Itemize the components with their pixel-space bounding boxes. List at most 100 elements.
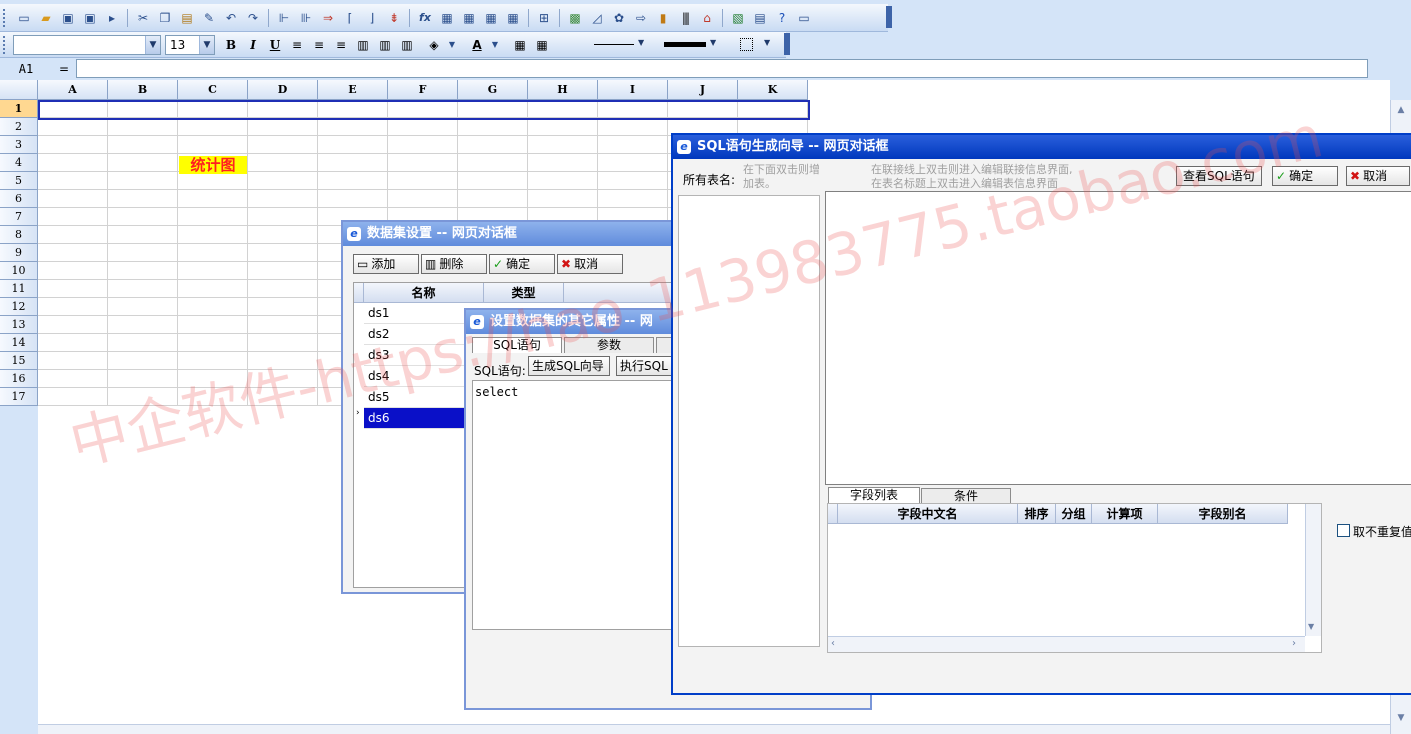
column-header[interactable]: C xyxy=(178,80,248,100)
align-up-icon[interactable]: ⌈ xyxy=(340,8,360,28)
insert-col-icon[interactable]: ⊪ xyxy=(296,8,316,28)
field-grid-hscroll[interactable]: ‹ › xyxy=(828,636,1305,652)
ok-button[interactable]: ✓ 确定 xyxy=(489,254,555,274)
cut-icon[interactable]: ✂ xyxy=(133,8,153,28)
export-icon[interactable]: ⇨ xyxy=(631,8,651,28)
header-field-alias[interactable]: 字段别名 xyxy=(1158,504,1288,524)
excel-icon[interactable]: ▧ xyxy=(728,8,748,28)
row-header[interactable]: 16 xyxy=(0,370,38,388)
chevron-down-icon[interactable]: ▼ xyxy=(489,35,501,55)
generate-sql-wizard-button[interactable]: 生成SQL向导 xyxy=(528,356,610,376)
open-folder-icon[interactable]: ▰ xyxy=(36,8,56,28)
help-icon[interactable]: ? xyxy=(772,8,792,28)
row-header[interactable]: 17 xyxy=(0,388,38,406)
grid-icon[interactable]: ▦ xyxy=(532,35,552,55)
column-header[interactable]: J xyxy=(668,80,738,100)
column-header[interactable]: B xyxy=(108,80,178,100)
line-width-picker[interactable]: ▼ xyxy=(662,38,724,52)
insert-row-icon[interactable]: ⊩ xyxy=(274,8,294,28)
distinct-checkbox[interactable] xyxy=(1337,524,1350,537)
row-header[interactable]: 1 xyxy=(0,100,38,118)
align-down-icon[interactable]: ⌋ xyxy=(362,8,382,28)
row-header[interactable]: 8 xyxy=(0,226,38,244)
tab-conditions[interactable]: 条件 xyxy=(921,488,1011,504)
bold-button[interactable]: B xyxy=(221,35,241,55)
about-icon[interactable]: ▭ xyxy=(794,8,814,28)
row-header[interactable]: 4 xyxy=(0,154,38,172)
table-list-panel[interactable] xyxy=(678,195,820,647)
format-painter-icon[interactable]: ✎ xyxy=(199,8,219,28)
function-icon[interactable]: fx xyxy=(415,8,435,28)
column-header[interactable]: K xyxy=(738,80,808,100)
scroll-up-icon[interactable]: ▲ xyxy=(1393,102,1409,118)
row-header[interactable]: 2 xyxy=(0,118,38,136)
text-color-icon[interactable]: A xyxy=(467,35,487,55)
font-name-select[interactable]: ▼ xyxy=(13,34,161,55)
border-picker[interactable]: ▼ xyxy=(738,37,778,53)
row-header[interactable]: 10 xyxy=(0,262,38,280)
header-field-cn-name[interactable]: 字段中文名 xyxy=(838,504,1018,524)
redo-icon[interactable]: ↷ xyxy=(243,8,263,28)
scroll-right-icon[interactable]: › xyxy=(1292,638,1296,649)
column-header[interactable]: E xyxy=(318,80,388,100)
valign-middle-icon[interactable]: ▥ xyxy=(375,35,395,55)
formula-input[interactable] xyxy=(76,59,1368,78)
toolbar-grip[interactable] xyxy=(3,8,9,27)
column-header[interactable]: I xyxy=(598,80,668,100)
table-form-1-icon[interactable]: ▦ xyxy=(437,8,457,28)
gear-icon[interactable]: ✿ xyxy=(609,8,629,28)
border-icon[interactable]: ▦ xyxy=(510,35,530,55)
dataset-icon[interactable]: ⊞ xyxy=(534,8,554,28)
view-sql-button[interactable]: 查看SQL语句 xyxy=(1176,166,1262,186)
row-header[interactable]: 11 xyxy=(0,280,38,298)
horizontal-scrollbar[interactable] xyxy=(38,724,1390,734)
paste-icon[interactable]: ▤ xyxy=(177,8,197,28)
play-icon[interactable]: ▸ xyxy=(102,8,122,28)
header-calc[interactable]: 计算项 xyxy=(1092,504,1158,524)
join-canvas[interactable] xyxy=(825,191,1411,485)
corner-cell[interactable] xyxy=(0,80,38,100)
row-header[interactable]: 14 xyxy=(0,334,38,352)
wizard-cancel-button[interactable]: ✖ 取消 xyxy=(1346,166,1410,186)
fill-color-icon[interactable]: ◈ xyxy=(424,35,444,55)
merge-icon[interactable]: ⇟ xyxy=(384,8,404,28)
font-size-select[interactable]: 13 ▼ xyxy=(165,34,215,55)
bar-chart-icon[interactable]: ▮ xyxy=(653,8,673,28)
copy-icon[interactable]: ❐ xyxy=(155,8,175,28)
field-grid-vscroll[interactable]: ▼ xyxy=(1305,504,1321,636)
row-header[interactable]: 9 xyxy=(0,244,38,262)
valign-bottom-icon[interactable]: ▥ xyxy=(397,35,417,55)
new-file-icon[interactable]: ▭ xyxy=(14,8,34,28)
row-header[interactable]: 5 xyxy=(0,172,38,190)
column-header[interactable]: H xyxy=(528,80,598,100)
dataset-dialog-titlebar[interactable]: e 数据集设置 -- 网页对话框 xyxy=(343,222,674,246)
delete-button[interactable]: ▥ 删除 xyxy=(421,254,487,274)
row-header[interactable]: 12 xyxy=(0,298,38,316)
wizard-ok-button[interactable]: ✓ 确定 xyxy=(1272,166,1338,186)
home-icon[interactable]: ⌂ xyxy=(697,8,717,28)
table-form-3-icon[interactable]: ▦ xyxy=(481,8,501,28)
italic-button[interactable]: I xyxy=(243,35,263,55)
barcode-icon[interactable]: ||| xyxy=(675,8,695,28)
valign-top-icon[interactable]: ▥ xyxy=(353,35,373,55)
tab-field-list[interactable]: 字段列表 xyxy=(828,487,920,503)
row-header[interactable]: 3 xyxy=(0,136,38,154)
chevron-down-icon[interactable]: ▼ xyxy=(446,35,458,55)
image-icon[interactable]: ▩ xyxy=(565,8,585,28)
chart-title-cell[interactable]: 统计图 xyxy=(179,156,247,174)
scroll-left-icon[interactable]: ‹ xyxy=(831,638,835,649)
line-style-picker[interactable]: ▼ xyxy=(592,38,652,52)
scroll-down-icon[interactable]: ▼ xyxy=(1393,710,1409,726)
row-header[interactable]: 6 xyxy=(0,190,38,208)
underline-button[interactable]: U xyxy=(265,35,285,55)
undo-icon[interactable]: ↶ xyxy=(221,8,241,28)
toolbar-grip[interactable] xyxy=(3,35,9,54)
column-header[interactable]: F xyxy=(388,80,458,100)
tab-params[interactable]: 参数 xyxy=(564,337,654,353)
execute-sql-button[interactable]: 执行SQL xyxy=(616,356,676,376)
column-header[interactable]: A xyxy=(38,80,108,100)
chart-icon[interactable]: ◿ xyxy=(587,8,607,28)
align-right-icon[interactable]: ≡ xyxy=(331,35,351,55)
column-header-name[interactable]: 名称 xyxy=(364,283,484,303)
add-button[interactable]: ▭ 添加 xyxy=(353,254,419,274)
